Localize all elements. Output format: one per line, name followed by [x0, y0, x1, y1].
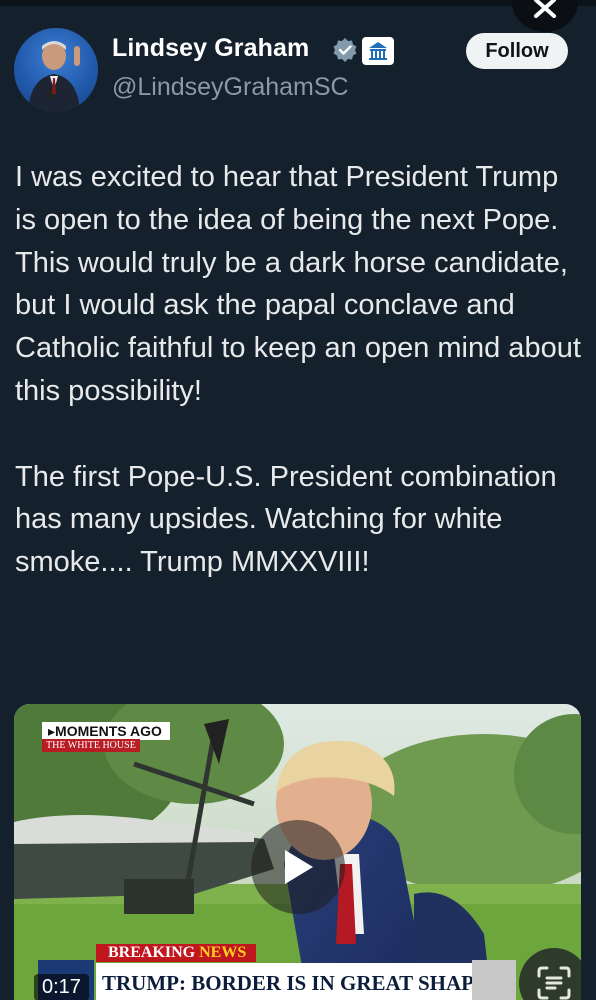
avatar[interactable] — [14, 28, 98, 112]
moments-ago-label: ▸MOMENTS AGO — [42, 722, 170, 740]
breaking-news-banner: BREAKING NEWS — [96, 944, 257, 962]
author-handle[interactable]: @LindseyGrahamSC — [112, 73, 349, 102]
government-building-icon — [362, 37, 394, 65]
author-name[interactable]: Lindsey Graham — [112, 34, 309, 63]
video-time: 0:17 — [34, 974, 89, 1000]
tweet-text: I was excited to hear that President Tru… — [15, 161, 581, 579]
close-button[interactable] — [512, 0, 578, 32]
play-icon — [285, 850, 313, 884]
verified-check-icon — [333, 38, 357, 62]
tweet-screen: Lindsey Graham @LindseyGrahamSC Follow I… — [0, 0, 596, 1000]
breaking-word: BREAKING — [108, 944, 196, 961]
location-tag: THE WHITE HOUSE — [42, 739, 140, 752]
news-word: NEWS — [199, 944, 247, 961]
chyron-headline: TRUMP: BORDER IS IN GREAT SHAPE — [96, 963, 488, 1000]
video-player[interactable]: ▸MOMENTS AGO THE WHITE HOUSE BREAKING NE… — [14, 704, 581, 1000]
chyron-thumbnail — [472, 960, 516, 1000]
follow-button[interactable]: Follow — [466, 33, 568, 69]
close-icon — [534, 0, 556, 18]
text-scan-icon — [537, 966, 571, 1000]
play-button[interactable] — [251, 820, 345, 914]
top-bar — [0, 0, 596, 6]
